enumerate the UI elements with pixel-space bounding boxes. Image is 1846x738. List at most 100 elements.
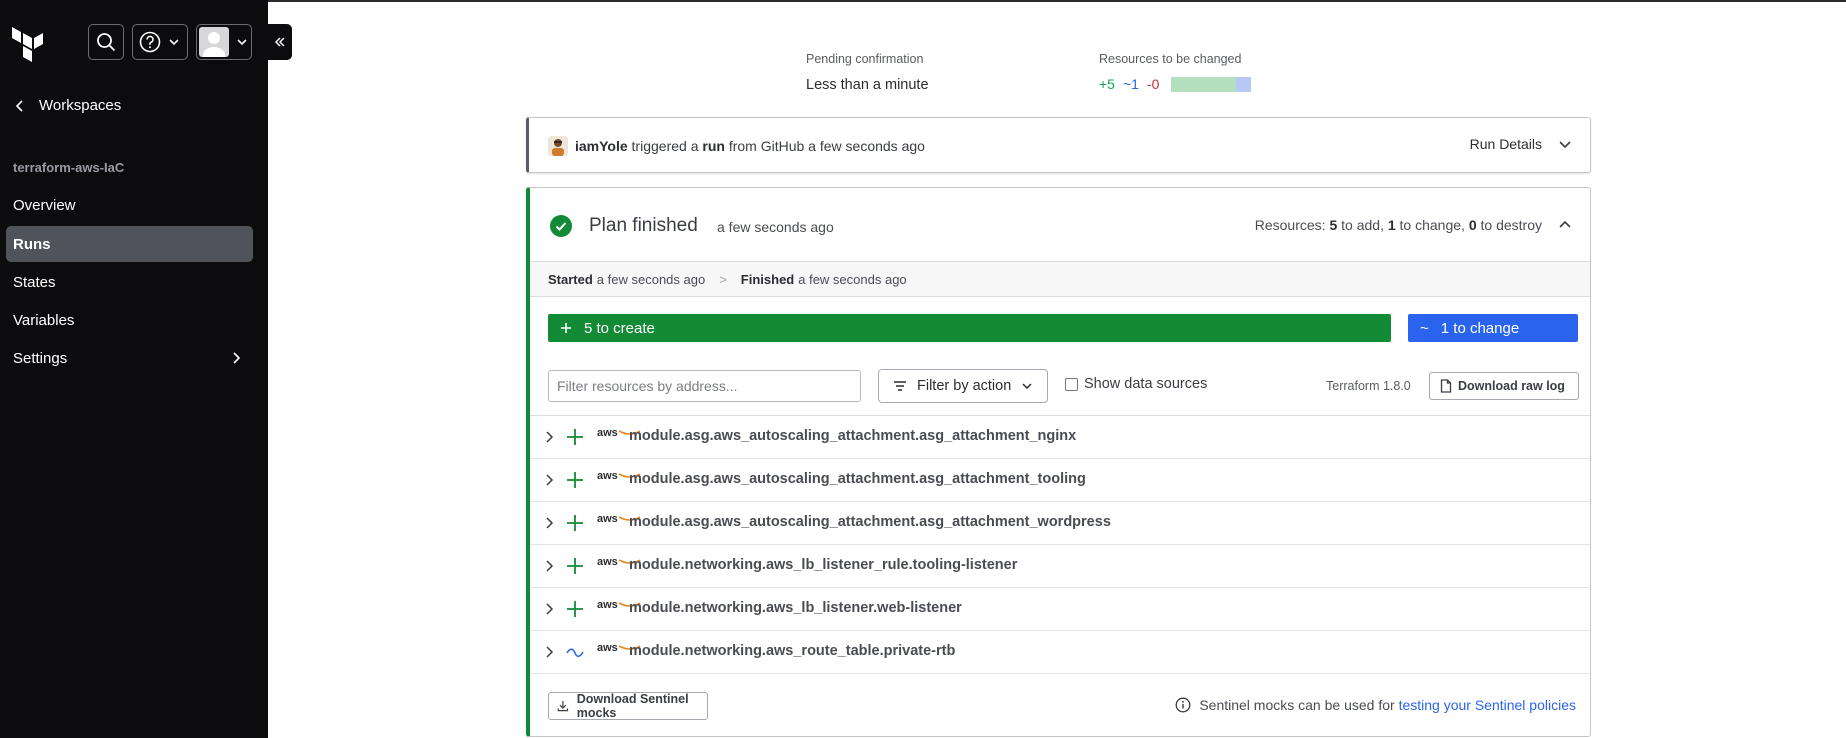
sidebar-item-runs[interactable]: Runs: [6, 226, 253, 262]
plus-icon: [567, 515, 583, 531]
chevron-right-icon: [546, 517, 554, 529]
sidebar-item-label: Runs: [13, 235, 51, 253]
plus-icon: [567, 558, 583, 574]
download-sentinel-mocks-button[interactable]: Download Sentinel mocks: [548, 692, 708, 720]
terraform-logo-icon[interactable]: [10, 24, 48, 62]
destroy-text: to destroy: [1480, 217, 1542, 233]
resource-row[interactable]: aws module.networking.aws_lb_listener_ru…: [530, 545, 1590, 588]
sentinel-policies-link[interactable]: testing your Sentinel policies: [1399, 697, 1576, 713]
avatar: [199, 27, 229, 57]
sentinel-note-text: Sentinel mocks can be used for: [1199, 697, 1395, 713]
pending-confirmation-value: Less than a minute: [806, 77, 929, 93]
collapse-sidebar-button[interactable]: [268, 24, 292, 60]
destroy-num: 0: [1468, 217, 1477, 233]
workspace-name: terraform-aws-IaC: [13, 160, 125, 175]
top-border: [268, 0, 1846, 2]
resource-address: module.asg.aws_autoscaling_attachment.as…: [629, 514, 1111, 530]
user-silhouette-icon: [203, 32, 225, 57]
resource-change-counts: +5 ~1 -0: [1099, 76, 1252, 92]
show-data-sources-toggle[interactable]: Show data sources: [1065, 376, 1207, 392]
filter-by-action-label: Filter by action: [917, 378, 1012, 394]
sidebar: Workspaces terraform-aws-IaC Overview Ru…: [0, 0, 268, 738]
started-label: Started: [548, 271, 593, 287]
trigger-text-1: triggered a: [631, 138, 699, 154]
tilde-icon: [566, 648, 584, 658]
filter-by-action-button[interactable]: Filter by action: [878, 369, 1048, 403]
change-text: to change,: [1399, 217, 1465, 233]
run-trigger-card: iamYole triggered a run from GitHub a fe…: [526, 117, 1591, 173]
plan-time: a few seconds ago: [717, 219, 834, 235]
run-details-label: Run Details: [1469, 136, 1542, 152]
sidebar-item-overview[interactable]: Overview: [6, 187, 253, 223]
trigger-description: iamYole triggered a run from GitHub a fe…: [575, 138, 925, 154]
change-filter-bar[interactable]: ~ 1 to change: [1408, 314, 1578, 342]
resource-list: aws module.asg.aws_autoscaling_attachmen…: [530, 416, 1590, 674]
create-label: 5 to create: [584, 319, 655, 337]
pending-confirmation-label: Pending confirmation: [806, 52, 924, 66]
sidebar-item-variables[interactable]: Variables: [6, 302, 253, 338]
finished-label: Finished: [740, 271, 795, 287]
back-to-workspaces-link[interactable]: Workspaces: [13, 97, 121, 114]
user-avatar: [548, 136, 568, 156]
plan-footer: Download Sentinel mocks Sentinel mocks c…: [530, 674, 1590, 736]
trigger-user[interactable]: iamYole: [575, 138, 628, 154]
create-filter-bar[interactable]: 5 to create: [548, 314, 1391, 342]
show-data-sources-label: Show data sources: [1084, 376, 1208, 392]
change-num: 1: [1387, 217, 1396, 233]
chevron-left-icon: [15, 99, 23, 112]
add-text: to add,: [1341, 217, 1384, 233]
help-menu-button[interactable]: [132, 24, 188, 60]
resource-row[interactable]: aws module.networking.aws_route_table.pr…: [530, 631, 1590, 674]
chevron-right-icon: [233, 352, 241, 364]
sidebar-item-label: Overview: [13, 196, 76, 214]
destroy-count: -0: [1146, 76, 1160, 92]
plan-header[interactable]: Plan finished a few seconds ago Resource…: [530, 188, 1590, 262]
plus-icon: [561, 323, 571, 333]
chevron-right-icon: [546, 646, 554, 658]
app-root: Workspaces terraform-aws-IaC Overview Ru…: [0, 0, 1846, 738]
timeline-separator: >: [719, 271, 727, 287]
download-raw-log-button[interactable]: Download raw log: [1429, 372, 1579, 400]
back-label: Workspaces: [39, 97, 122, 114]
plus-icon: [567, 472, 583, 488]
double-chevron-left-icon: [274, 37, 285, 47]
change-count: ~1: [1122, 76, 1139, 92]
resource-row[interactable]: aws module.asg.aws_autoscaling_attachmen…: [530, 416, 1590, 459]
chevron-down-icon: [1559, 141, 1571, 149]
chevron-right-icon: [546, 474, 554, 486]
resource-row[interactable]: aws module.asg.aws_autoscaling_attachmen…: [530, 502, 1590, 545]
sidebar-item-states[interactable]: States: [6, 264, 253, 300]
chevron-up-icon: [1559, 220, 1571, 228]
resources-toolbar: Filter by action Show data sources Terra…: [530, 354, 1590, 416]
change-label: 1 to change: [1440, 319, 1520, 337]
file-icon: [1440, 379, 1452, 393]
resource-address: module.asg.aws_autoscaling_attachment.as…: [629, 471, 1086, 487]
search-button[interactable]: [88, 24, 124, 60]
help-icon: [139, 31, 161, 53]
resource-address: module.networking.aws_lb_listener_rule.t…: [629, 557, 1018, 573]
chevron-right-icon: [546, 603, 554, 615]
resource-address: module.networking.aws_lb_listener.web-li…: [629, 600, 962, 616]
resource-address: module.networking.aws_route_table.privat…: [629, 643, 956, 659]
tilde-icon: ~: [1420, 319, 1429, 337]
add-num: 5: [1329, 217, 1338, 233]
change-segment: [1236, 76, 1252, 92]
user-menu-button[interactable]: [196, 24, 252, 60]
sentinel-note: Sentinel mocks can be used for testing y…: [1175, 697, 1576, 713]
filter-resources-input[interactable]: [548, 370, 861, 402]
download-sentinel-mocks-label: Download Sentinel mocks: [576, 692, 689, 720]
resource-address: module.asg.aws_autoscaling_attachment.as…: [629, 428, 1077, 444]
plus-icon: [567, 601, 583, 617]
plus-icon: [567, 429, 583, 445]
download-icon: [557, 700, 569, 712]
run-details-toggle[interactable]: Run Details: [1470, 136, 1572, 152]
trigger-run-word: run: [702, 138, 725, 154]
download-raw-log-label: Download raw log: [1458, 379, 1565, 393]
chevron-down-icon: [237, 39, 247, 46]
resource-row[interactable]: aws module.asg.aws_autoscaling_attachmen…: [530, 459, 1590, 502]
resource-row[interactable]: aws module.networking.aws_lb_listener.we…: [530, 588, 1590, 631]
change-ratio-bar: [1171, 76, 1252, 92]
sidebar-item-settings[interactable]: Settings: [6, 340, 253, 376]
terraform-version: Terraform 1.8.0: [1326, 379, 1411, 393]
show-data-sources-checkbox[interactable]: [1065, 377, 1078, 391]
